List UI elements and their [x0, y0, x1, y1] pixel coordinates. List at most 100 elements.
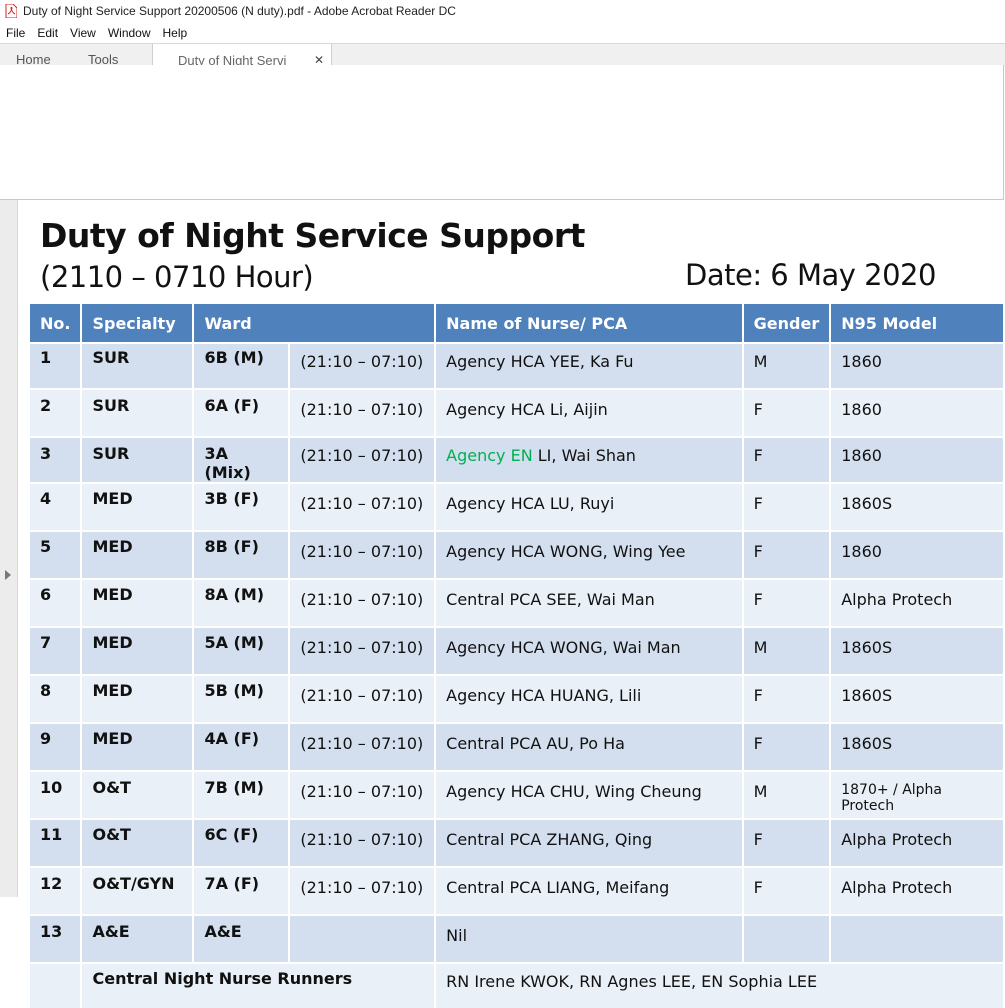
row-no: 12 [30, 866, 83, 915]
row-name: Agency HCA YEE, Ka Fu [435, 342, 744, 389]
row-gender: F [742, 530, 832, 579]
row-name: Agency HCA CHU, Wing Cheung [435, 770, 744, 819]
row-time: (21:10 – 07:10) [289, 818, 437, 867]
table-header-row: No. Specialty Ward Name of Nurse/ PCA Ge… [30, 304, 1005, 343]
runners-names: RN Irene KWOK, RN Agnes LEE, EN Sophia L… [435, 962, 1005, 1008]
table-row: 8 MED 5B (M) (21:10 – 07:10) Agency HCA HUAN… [30, 674, 1005, 723]
row-n95 [830, 914, 1005, 963]
row-gender: F [742, 388, 832, 437]
runners-row: Central Night Nurse Runners RN Irene KWOK… [30, 962, 1005, 1008]
row-time [289, 914, 437, 963]
row-name: Agency HCA WONG, Wing Yee [435, 530, 744, 579]
row-specialty: A&E [81, 914, 195, 963]
table-row: 10 O&T 7B (M) (21:10 – 07:10) Agency HCA CHU… [30, 770, 1005, 819]
row-n95: 1870+ / Alpha Protech [830, 770, 1005, 819]
header-specialty: Specialty [81, 304, 195, 343]
row-time: (21:10 – 07:10) [289, 866, 437, 915]
row-n95: 1860 [830, 436, 1005, 483]
toolbar-area [0, 65, 1004, 200]
row-no: 11 [30, 818, 83, 867]
row-ward: 3A (Mix) [193, 436, 291, 483]
row-ward: 6B (M) [193, 342, 291, 389]
row-ward: 8A (M) [193, 578, 291, 627]
menu-edit[interactable]: Edit [31, 26, 64, 40]
header-no: No. [30, 304, 83, 343]
menu-bar: File Edit View Window Help [0, 23, 1005, 43]
window-titlebar: Duty of Night Service Support 20200506 (… [0, 0, 1005, 22]
row-specialty: O&T/GYN [81, 866, 195, 915]
runners-empty-cell [30, 962, 83, 1008]
row-name-text: Agency HCA CHU, Wing Cheung [446, 782, 702, 801]
row-ward: 3B (F) [193, 482, 291, 531]
row-ward: A&E [193, 914, 291, 963]
document-title: Duty of Night Service Support [40, 216, 585, 255]
row-name-text: Central PCA AU, Po Ha [446, 734, 625, 753]
row-gender: F [742, 578, 832, 627]
row-gender: M [742, 770, 832, 819]
row-name: Agency HCA HUANG, Lili [435, 674, 744, 723]
row-no: 13 [30, 914, 83, 963]
menu-window[interactable]: Window [102, 26, 157, 40]
row-no: 9 [30, 722, 83, 771]
row-ward: 8B (F) [193, 530, 291, 579]
row-gender: M [742, 626, 832, 675]
row-specialty: MED [81, 482, 195, 531]
expand-panel-icon[interactable] [5, 570, 11, 580]
row-name-text: Agency HCA WONG, Wing Yee [446, 542, 686, 561]
row-ward: 6A (F) [193, 388, 291, 437]
row-name-text: Agency HCA LU, Ruyi [446, 494, 615, 513]
table-row: 5 MED 8B (F) (21:10 – 07:10) Agency HCA WONG… [30, 530, 1005, 579]
document-page: Duty of Night Service Support (2110 – 07… [18, 200, 1005, 1008]
row-ward: 4A (F) [193, 722, 291, 771]
row-gender: M [742, 342, 832, 389]
row-n95: Alpha Protech [830, 818, 1005, 867]
row-name-text: Agency HCA Li, Aijin [446, 400, 608, 419]
row-name: Agency EN LI, Wai Shan [435, 436, 744, 483]
row-gender: F [742, 722, 832, 771]
row-name-text: Agency HCA YEE, Ka Fu [446, 352, 634, 371]
table-row: 13 A&E A&E Nil [30, 914, 1005, 963]
row-time: (21:10 – 07:10) [289, 674, 437, 723]
row-n95: 1860 [830, 342, 1005, 389]
menu-view[interactable]: View [64, 26, 102, 40]
tab-document[interactable]: Duty of Night Servi ✕ [152, 44, 332, 68]
row-gender: F [742, 436, 832, 483]
row-specialty: MED [81, 722, 195, 771]
row-specialty: O&T [81, 770, 195, 819]
row-time: (21:10 – 07:10) [289, 578, 437, 627]
row-ward: 7B (M) [193, 770, 291, 819]
table-row: 7 MED 5A (M) (21:10 – 07:10) Agency HCA WONG… [30, 626, 1005, 675]
row-time: (21:10 – 07:10) [289, 770, 437, 819]
row-name: Central PCA ZHANG, Qing [435, 818, 744, 867]
table-row: 2 SUR 6A (F) (21:10 – 07:10) Agency HCA Li, … [30, 388, 1005, 437]
row-specialty: MED [81, 626, 195, 675]
pdf-file-icon [5, 3, 18, 19]
row-gender: F [742, 674, 832, 723]
row-specialty: MED [81, 578, 195, 627]
menu-help[interactable]: Help [157, 26, 194, 40]
left-panel-collapsed [0, 200, 18, 897]
row-name-prefix: Agency EN [446, 446, 533, 465]
window-title: Duty of Night Service Support 20200506 (… [23, 4, 456, 18]
row-name-text: Nil [446, 926, 468, 945]
document-hours: (2110 – 0710 Hour) [40, 260, 314, 294]
row-ward: 5B (M) [193, 674, 291, 723]
table-row: 9 MED 4A (F) (21:10 – 07:10) Central PCA AU,… [30, 722, 1005, 771]
table-row: 4 MED 3B (F) (21:10 – 07:10) Agency HCA LU, … [30, 482, 1005, 531]
row-name: Central PCA AU, Po Ha [435, 722, 744, 771]
row-n95: 1860 [830, 388, 1005, 437]
row-gender: F [742, 866, 832, 915]
row-no: 1 [30, 342, 83, 389]
row-no: 10 [30, 770, 83, 819]
row-ward: 5A (M) [193, 626, 291, 675]
menu-file[interactable]: File [0, 26, 31, 40]
runners-label: Central Night Nurse Runners [81, 962, 437, 1008]
row-name: Central PCA LIANG, Meifang [435, 866, 744, 915]
row-name-text: Agency HCA WONG, Wai Man [446, 638, 681, 657]
row-name-text: Central PCA SEE, Wai Man [446, 590, 655, 609]
row-n95: 1860S [830, 626, 1005, 675]
row-no: 5 [30, 530, 83, 579]
row-name: Agency HCA LU, Ruyi [435, 482, 744, 531]
document-date: Date: 6 May 2020 [685, 258, 936, 292]
row-time: (21:10 – 07:10) [289, 388, 437, 437]
